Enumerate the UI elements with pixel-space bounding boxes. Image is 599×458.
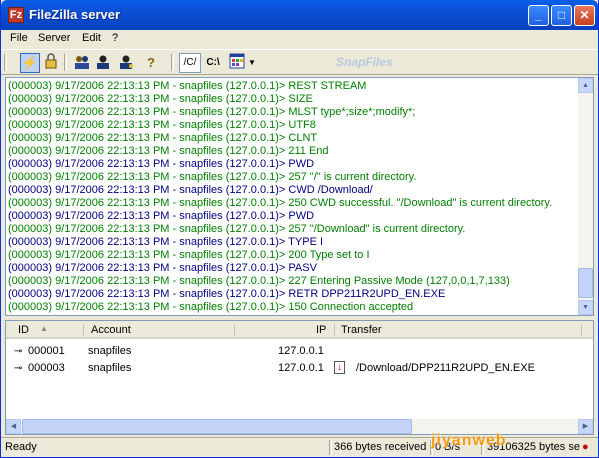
log-line: (000003) 9/17/2006 22:13:13 PM - snapfil…	[8, 80, 367, 92]
lock-icon[interactable]	[41, 53, 61, 73]
log-line: (000003) 9/17/2006 22:13:13 PM - snapfil…	[8, 236, 324, 248]
log-line: (000003) 9/17/2006 22:13:13 PM - snapfil…	[8, 249, 370, 261]
log-line: (000003) 9/17/2006 22:13:13 PM - snapfil…	[8, 184, 373, 196]
log-line: (000003) 9/17/2006 22:13:13 PM - snapfil…	[8, 93, 313, 105]
groups-settings-icon[interactable]	[116, 53, 136, 73]
table-row[interactable]: ⊸ 000001 snapfiles 127.0.0.1	[6, 343, 593, 359]
row-ip: 127.0.0.1	[278, 362, 324, 374]
log-line: (000003) 9/17/2006 22:13:13 PM - snapfil…	[8, 171, 417, 183]
jiyanweb-watermark: jiyanweb	[431, 432, 507, 449]
log-line: (000003) 9/17/2006 22:13:13 PM - snapfil…	[8, 262, 317, 274]
users-icon[interactable]	[72, 53, 92, 73]
log-line: (000003) 9/17/2006 22:13:13 PM - snapfil…	[8, 145, 329, 157]
maximize-button[interactable]: □	[551, 5, 572, 26]
download-arrow-icon: ↓	[334, 361, 345, 374]
column-transfer[interactable]: Transfer	[341, 324, 382, 336]
column-ip[interactable]: IP	[316, 324, 326, 336]
connections-header: ID ▲ Account IP Transfer	[6, 321, 593, 339]
scroll-thumb[interactable]	[578, 268, 593, 298]
log-line: (000003) 9/17/2006 22:13:13 PM - snapfil…	[8, 210, 315, 222]
table-row[interactable]: ⊸ 000003 snapfiles 127.0.0.1 ↓ /Download…	[6, 360, 593, 376]
scroll-down-button[interactable]: ▼	[578, 300, 593, 315]
row-id: 000003	[28, 362, 65, 374]
path-c-slash-button[interactable]: /C/	[179, 53, 201, 73]
log-line: (000003) 9/17/2006 22:13:13 PM - snapfil…	[8, 223, 466, 235]
status-bar: Ready 366 bytes received 0 B/s 39106325 …	[1, 432, 598, 457]
status-ready: Ready	[5, 441, 37, 453]
row-transfer: /Download/DPP211R2UPD_EN.EXE	[356, 362, 535, 374]
connections-panel[interactable]: ID ▲ Account IP Transfer ⊸ 000001 snapfi…	[5, 320, 594, 435]
filezilla-window: Fz FileZilla server _ □ ✕ File Server Ed…	[0, 0, 599, 458]
log-line: (000003) 9/17/2006 22:13:13 PM - snapfil…	[8, 275, 510, 287]
chevron-down-icon[interactable]: ▼	[247, 53, 257, 73]
scroll-right-button[interactable]: ▶	[578, 419, 593, 434]
log-panel[interactable]: (000003) 9/17/2006 22:13:13 PM - snapfil…	[5, 77, 594, 316]
menu-help[interactable]: ?	[112, 32, 118, 44]
log-line: (000003) 9/17/2006 22:13:13 PM - snapfil…	[8, 119, 316, 131]
row-account: snapfiles	[88, 362, 132, 374]
log-line: (000003) 9/17/2006 22:13:13 PM - snapfil…	[8, 197, 553, 209]
menu-server[interactable]: Server	[38, 32, 70, 44]
sort-arrow-icon: ▲	[40, 324, 48, 333]
log-vertical-scrollbar[interactable]: ▲ ▼	[578, 78, 593, 315]
status-led-icon: ●	[582, 441, 589, 453]
log-line: (000003) 9/17/2006 22:13:13 PM - snapfil…	[8, 106, 416, 118]
groups-icon[interactable]	[93, 53, 113, 73]
log-line: (000003) 9/17/2006 22:13:13 PM - snapfil…	[8, 158, 315, 170]
menu-bar: File Server Edit ?	[1, 30, 598, 48]
filezilla-app-icon[interactable]: Fz	[8, 7, 24, 23]
window-title: FileZilla server	[29, 7, 121, 22]
minimize-button[interactable]: _	[528, 5, 549, 26]
log-line: (000003) 9/17/2006 22:13:13 PM - snapfil…	[8, 301, 414, 313]
connection-plug-icon: ⊸	[14, 346, 23, 357]
column-id[interactable]: ID	[18, 324, 29, 336]
lightning-icon[interactable]: ⚡	[20, 53, 40, 73]
menu-file[interactable]: File	[10, 32, 28, 44]
close-button[interactable]: ✕	[574, 5, 595, 26]
connection-plug-icon: ⊸	[14, 363, 23, 374]
snapfiles-watermark: SnapFiles	[336, 55, 393, 69]
log-line: (000003) 9/17/2006 22:13:13 PM - snapfil…	[8, 288, 446, 300]
scroll-up-button[interactable]: ▲	[578, 78, 593, 93]
status-received: 366 bytes received	[334, 441, 427, 453]
column-account[interactable]: Account	[91, 324, 131, 336]
toolbar: ⚡ ? /C/ C:\ ▼	[1, 49, 598, 75]
row-id: 000001	[28, 345, 65, 357]
row-account: snapfiles	[88, 345, 132, 357]
scroll-left-button[interactable]: ◀	[6, 419, 21, 434]
log-line: (000003) 9/17/2006 22:13:13 PM - snapfil…	[8, 132, 318, 144]
title-bar[interactable]: Fz FileZilla server _ □ ✕	[1, 0, 598, 30]
menu-edit[interactable]: Edit	[82, 32, 101, 44]
help-icon[interactable]: ?	[141, 53, 161, 73]
row-ip: 127.0.0.1	[278, 345, 324, 357]
path-c-backslash-button[interactable]: C:\	[203, 53, 223, 73]
grid-icon[interactable]	[227, 53, 247, 73]
horizontal-scroll-thumb[interactable]	[22, 419, 412, 434]
